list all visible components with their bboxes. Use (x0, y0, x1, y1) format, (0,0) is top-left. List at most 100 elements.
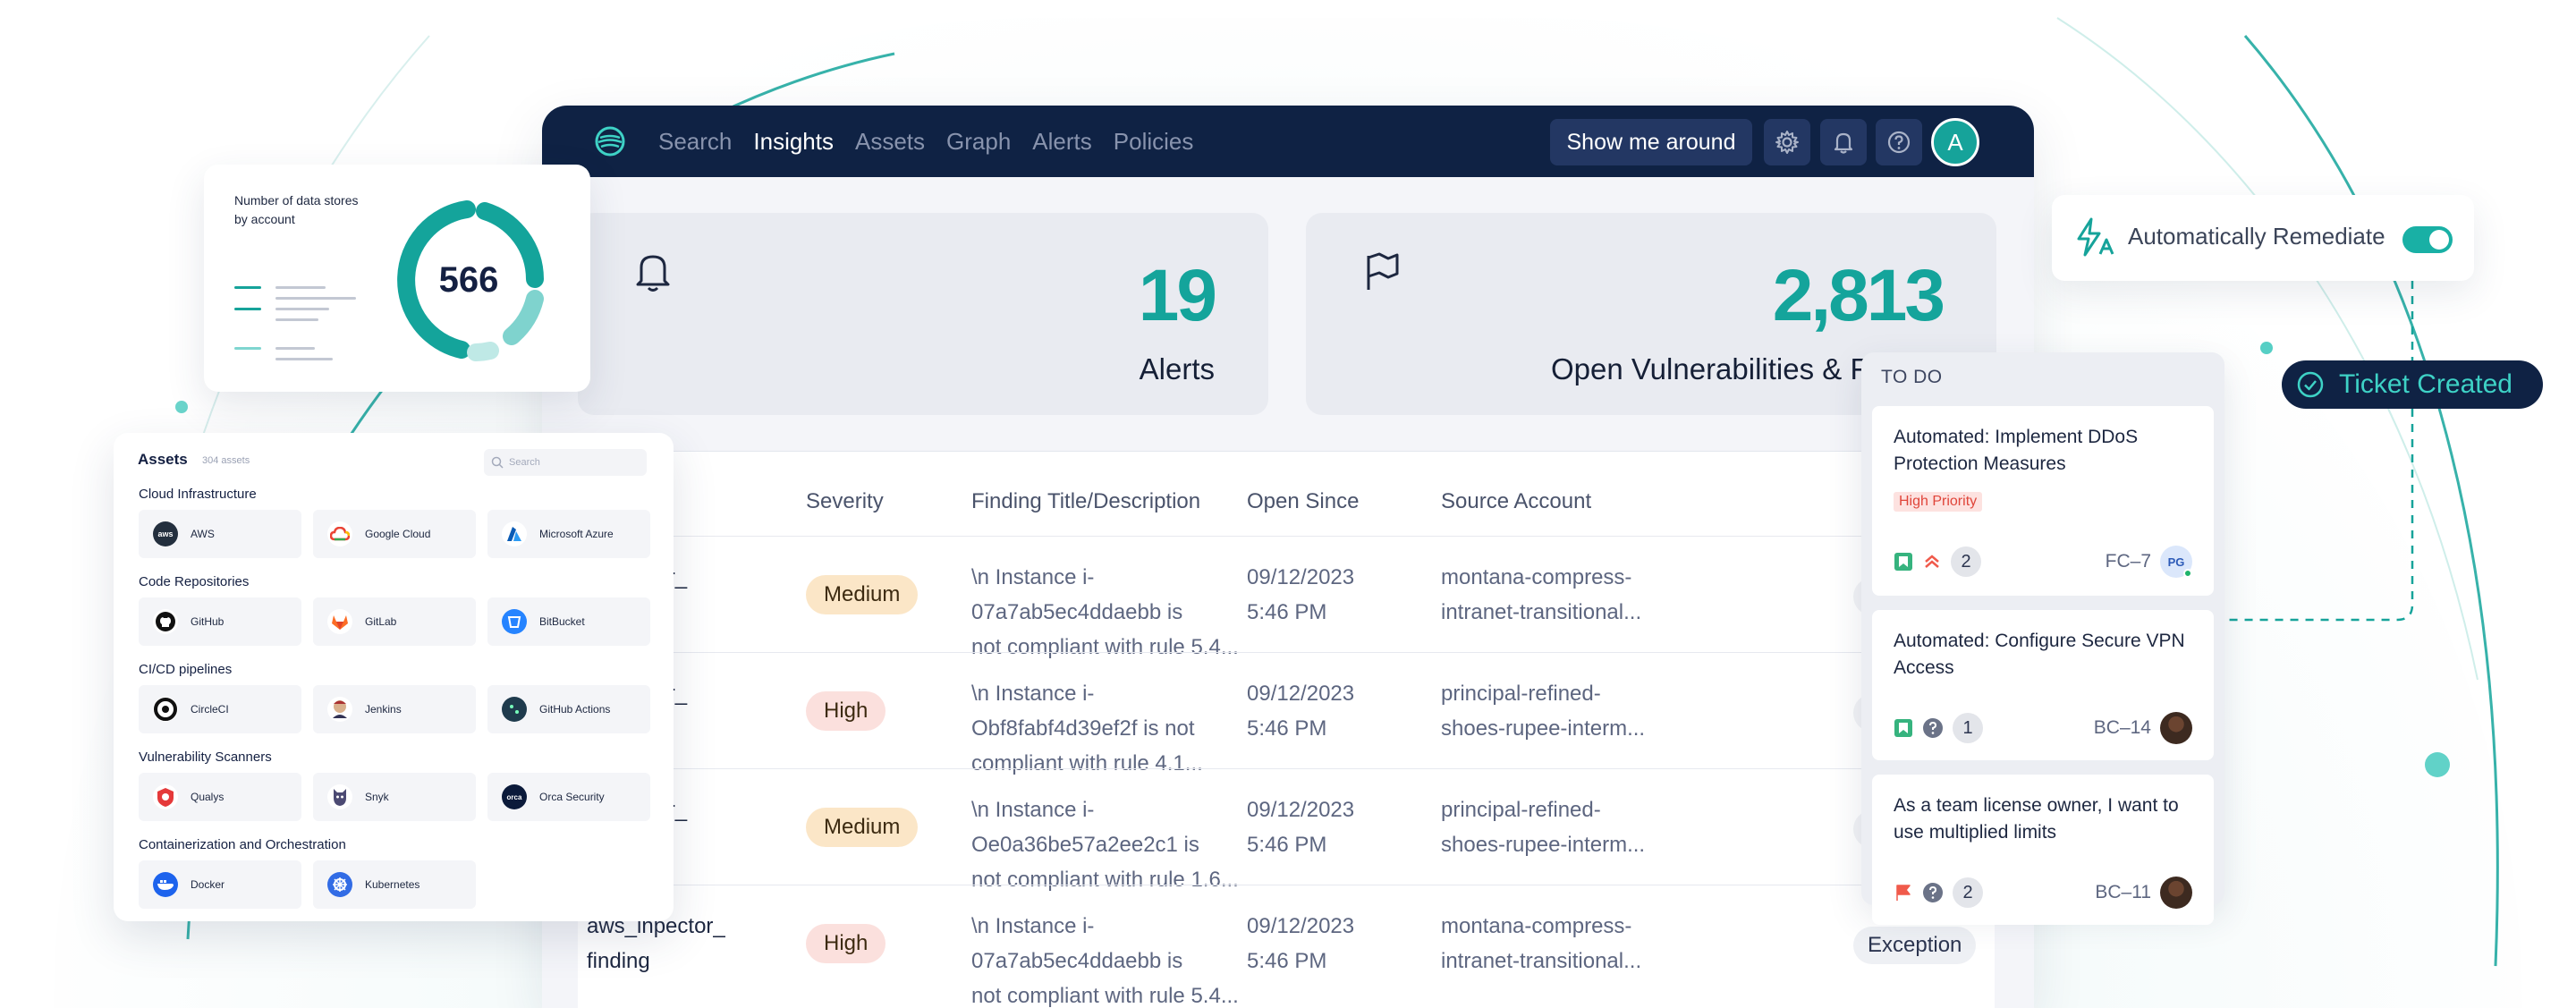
column-header-source-account[interactable]: Source Account (1441, 489, 1591, 514)
finding-title-line: \n Instance i-Obf8fabf4d39ef2f is not (971, 682, 1195, 741)
assets-search-input[interactable]: Search (484, 449, 647, 476)
asset-section-title: Code Repositories (139, 574, 250, 589)
todo-task-card[interactable]: As a team license owner, I want to use m… (1872, 775, 2214, 925)
ticket-created-badge: Ticket Created (2282, 360, 2543, 409)
table-row[interactable]: _inpector_Medium\n Instance i-07a7ab5ec4… (578, 536, 1995, 659)
legend-line (234, 308, 261, 310)
asset-tile-gitlab[interactable]: GitLab (313, 597, 476, 646)
nav-item-insights[interactable]: Insights (753, 128, 834, 156)
assets-count: 304 assets (202, 455, 250, 466)
asset-tile-github-actions[interactable]: GitHub Actions (487, 685, 650, 733)
finding-title[interactable]: \n Instance i-Obf8fabf4d39ef2f is not com… (971, 676, 1240, 781)
azure-icon (502, 521, 527, 546)
question-icon (1923, 718, 1943, 738)
asset-section-title: CI/CD pipelines (139, 662, 233, 677)
gitlab-icon (327, 609, 352, 634)
finding-title[interactable]: \n Instance i-07a7ab5ec4ddaebb is not com… (971, 560, 1240, 665)
ticket-created-label: Ticket Created (2339, 369, 2512, 399)
asset-tile-circleci[interactable]: CircleCI (139, 685, 301, 733)
online-status-dot (2183, 569, 2192, 578)
task-id[interactable]: BC–14 (2094, 717, 2151, 739)
open-since-date: 09/12/2023 (1247, 798, 1355, 822)
data-stores-card[interactable]: Number of data stores by account 566 (204, 165, 590, 392)
toggle-knob (2429, 230, 2449, 250)
assignee-avatar[interactable]: PG (2160, 546, 2192, 578)
asset-tile-docker[interactable]: Docker (139, 860, 301, 909)
source-account: principal-refined-shoes-rupee-interm... (1441, 792, 1674, 862)
asset-tile-orca-security[interactable]: orca Orca Security (487, 773, 650, 821)
data-stores-title: Number of data stores by account (234, 193, 359, 226)
finding-title-line: \n Instance i-07a7ab5ec4ddaebb is (971, 914, 1183, 973)
assignee-avatar[interactable] (2160, 877, 2192, 909)
help-button[interactable] (1876, 119, 1922, 165)
auto-remediate-card: Automatically Remediate (2052, 195, 2474, 281)
source-account: principal-refined-shoes-rupee-interm... (1441, 676, 1674, 746)
task-footer: 2 BC–11 (1894, 877, 2192, 909)
vulnerabilities-label: Open Vulnerabilities & Fi (1551, 352, 1875, 385)
exception-badge[interactable]: Exception (1853, 927, 1977, 964)
todo-task-card[interactable]: Automated: Configure Secure VPN Access 1 B… (1872, 610, 2214, 760)
legend-line (234, 347, 261, 350)
finding-title-line: not compliant with rule 5.4... (971, 984, 1239, 1008)
asset-tile-bitbucket[interactable]: BitBucket (487, 597, 650, 646)
nav-item-search[interactable]: Search (658, 128, 732, 156)
asset-tile-microsoft-azure[interactable]: Microsoft Azure (487, 510, 650, 558)
column-header-severity[interactable]: Severity (806, 489, 884, 514)
asset-tile-kubernetes[interactable]: Kubernetes (313, 860, 476, 909)
todo-task-card[interactable]: Automated: Implement DDoS Protection Mea… (1872, 406, 2214, 596)
asset-tile-label: Google Cloud (365, 528, 431, 540)
source-account-line: intranet-transitional... (1441, 600, 1642, 624)
asset-tile-github[interactable]: GitHub (139, 597, 301, 646)
kubernetes-icon (327, 872, 352, 897)
column-header-title[interactable]: Finding Title/Description (971, 489, 1200, 514)
asset-tile-aws[interactable]: aws AWS (139, 510, 301, 558)
asset-tile-label: Kubernetes (365, 878, 420, 891)
settings-button[interactable] (1764, 119, 1810, 165)
assets-panel: Assets 304 assets Search Cloud Infrastru… (114, 433, 674, 921)
asset-tile-label: GitHub (191, 615, 225, 628)
bell-icon (636, 255, 670, 292)
auto-remediate-toggle[interactable] (2402, 226, 2453, 253)
table-row[interactable]: aws_inpector_ finding High \n Instance i-07… (578, 885, 1995, 1008)
logo-icon[interactable] (594, 125, 626, 157)
open-since-date: 09/12/2023 (1247, 682, 1355, 706)
column-header-open-since[interactable]: Open Since (1247, 489, 1359, 514)
asset-tile-snyk[interactable]: Snyk (313, 773, 476, 821)
finding-title[interactable]: \n Instance i-07a7ab5ec4ddaebb is not com… (971, 909, 1240, 1008)
priority-badge: High Priority (1894, 492, 1983, 512)
task-id[interactable]: BC–11 (2095, 882, 2151, 903)
show-me-around-button[interactable]: Show me around (1550, 119, 1752, 165)
source-account-line: shoes-rupee-interm... (1441, 716, 1646, 741)
snyk-icon (327, 784, 352, 809)
story-icon (1894, 553, 1912, 571)
docker-icon (153, 872, 178, 897)
subtask-count: 2 (1951, 546, 1981, 577)
gear-icon (1775, 131, 1799, 154)
open-since: 09/12/2023 5:46 PM (1247, 560, 1426, 630)
check-circle-icon (2297, 371, 2324, 398)
notifications-button[interactable] (1820, 119, 1867, 165)
nav-item-graph[interactable]: Graph (946, 128, 1011, 156)
task-id[interactable]: FC–7 (2106, 551, 2151, 572)
nav-item-assets[interactable]: Assets (855, 128, 925, 156)
source-account: montana-compress-intranet-transitional..… (1441, 909, 1674, 978)
nav-item-alerts[interactable]: Alerts (1032, 128, 1091, 156)
finding-title-line: \n Instance i-07a7ab5ec4ddaebb is (971, 565, 1183, 624)
nav-item-policies[interactable]: Policies (1114, 128, 1194, 156)
bell-icon (1834, 132, 1853, 154)
open-since-time: 5:46 PM (1247, 716, 1327, 741)
asset-section-title: Vulnerability Scanners (139, 750, 272, 765)
assignee-avatar[interactable] (2160, 712, 2192, 744)
top-navigation: Search Insights Assets Graph Alerts Policies … (542, 106, 2034, 177)
finding-title[interactable]: \n Instance i-Oe0a36be57a2ee2c1 is not co… (971, 792, 1240, 897)
asset-tile-jenkins[interactable]: Jenkins (313, 685, 476, 733)
alerts-stat-card[interactable]: 19 Alerts (578, 213, 1268, 415)
asset-tile-google-cloud[interactable]: Google Cloud (313, 510, 476, 558)
user-avatar[interactable]: A (1931, 118, 1979, 166)
table-row[interactable]: _inpector_High\n Instance i-Obf8fabf4d39… (578, 652, 1995, 775)
table-row[interactable]: _inpector_Medium\n Instance i-Oe0a36be57… (578, 768, 1995, 892)
help-icon (1887, 131, 1911, 154)
asset-tile-label: GitLab (365, 615, 397, 628)
asset-tile-label: Qualys (191, 791, 225, 803)
asset-tile-qualys[interactable]: Qualys (139, 773, 301, 821)
